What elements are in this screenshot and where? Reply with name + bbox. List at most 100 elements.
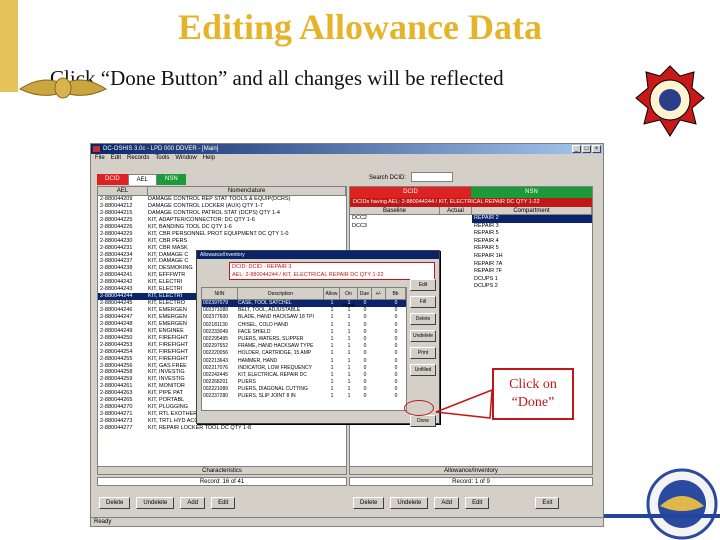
left-add-button[interactable]: Add [180,497,206,509]
characteristics-bar[interactable]: Characteristics [97,466,347,475]
col-plus-minus[interactable]: +/- [372,288,386,299]
ael-cell: 2-880044270 [100,404,133,411]
allow-cell: 1 [330,357,334,364]
ael-cell: 2-880044245 [100,300,133,307]
col-on-hand[interactable]: On Hand [340,288,358,309]
col-niin[interactable]: NIIN [202,288,238,299]
ael-cell: 2-880044256 [100,362,133,369]
col-nomenclature[interactable]: Nomenclature [148,187,346,195]
dialog-item-row[interactable]: 002268201 PLIERS 1 1 0 0 [202,379,406,386]
description-cell: CASE, TOOL SATCHEL [238,300,292,306]
left-undelete-button[interactable]: Undelete [136,497,175,509]
col-baseline[interactable]: Baseline [350,207,440,214]
ael-cell: 2-880044212 [100,202,133,209]
ael-list-row[interactable]: 2-880044230 KIT, CBR PERS [98,238,346,245]
description-cell: CHISEL, COLD HAND [238,321,289,328]
dialog-undelete-button[interactable]: Undelete [410,330,436,342]
col-description[interactable]: Description [238,288,324,299]
due-cell: 0 [363,307,367,314]
menu-file[interactable]: File [95,154,105,163]
ael-cell: 2-880044258 [100,369,133,376]
allowance-inventory-bar[interactable]: Allowance/Inventory [349,466,593,475]
dialog-item-row[interactable]: 002221089 PLIERS, DIAGONAL CUTTING 1 1 0 0 [202,386,406,393]
ael-list-row[interactable]: 2-880044229 KIT, CBR PERSONNEL PROT EQUIP… [98,231,346,238]
exit-button[interactable]: Exit [535,497,560,509]
dialog-context: DCID: DCID - REPAIR 3 AEL: 2-880044244 /… [229,262,435,280]
plus-minus-cell [372,365,386,372]
ael-cell: 2-880044249 [100,327,133,334]
ael-cell: 2-880044242 [100,279,133,286]
actual-cell [440,230,472,238]
tab-ael[interactable]: AEL [127,174,158,185]
dialog-item-row[interactable]: 002217076 INDICATOR, LOW FREQUENCY 1 1 0 0 [202,365,406,372]
dialog-item-row[interactable]: 002181130 CHISEL, COLD HAND 1 1 0 0 [202,322,406,329]
slide-title: Editing Allowance Data [177,7,543,47]
ael-list-row[interactable]: 2-880044212 DAMAGE CONTROL LOCKER (AUX) Q… [98,203,346,210]
dcid-list-row[interactable]: DCC2 REPAIR 2 [350,215,592,223]
tab-nsn[interactable]: NSN [157,174,186,185]
menu-records[interactable]: Records [127,154,149,163]
dcid-list-row[interactable]: REPAIR 5 [350,230,592,238]
dialog-item-row[interactable]: 002242445 KIT, ELECTRICAL REPAIR DC 1 1 0 0 [202,372,406,379]
dialog-item-row[interactable]: 002220056 HOLDER, CARTRIDGE, 15 AMP 1 1 0 0 [202,350,406,357]
navy-emblem-icon [646,468,718,540]
allow-cell: 1 [330,386,334,393]
due-cell: 0 [363,364,367,371]
ael-list-row[interactable]: 2-880044226 KIT, BANDING TOOL DC QTY 1-6 [98,224,346,231]
ael-list-row[interactable]: 2-880044225 KIT, ADAPTER/CONNECTOR: DC QT… [98,217,346,224]
dialog-item-row[interactable]: 002397079 CASE, TOOL SATCHEL 1 1 0 0 [202,300,406,308]
dialog-edit-button[interactable]: Edit [410,279,436,291]
search-dcid-input[interactable] [411,172,453,182]
dialog-item-row[interactable]: 002295495 PLIERS, WATERS, SLIPPER 1 1 0 0 [202,336,406,343]
dcid-panel-tabs: DCID NSN [350,187,592,198]
ael-list-row[interactable]: 2-880044277 KIT, REPAIR LOCKER TOOL DC QT… [98,425,346,432]
compartment-cell: REPAIR 7F [474,268,503,275]
nomenclature-cell: KIT, CBR PERS [148,237,188,244]
app-icon [93,146,100,152]
menu-window[interactable]: Window [175,154,196,163]
right-delete-button[interactable]: Delete [353,497,385,509]
bb-cell: 0 [394,371,398,378]
bb-cell: 0 [394,300,398,306]
dialog-delete-button[interactable]: Delete [410,313,436,325]
dialog-item-row[interactable]: 002233049 FACE SHIELD 1 1 0 0 [202,329,406,336]
tab-right-nsn[interactable]: NSN [471,187,592,198]
close-icon[interactable]: × [592,145,601,153]
dialog-fill-button[interactable]: Fill [410,296,436,308]
menu-tools[interactable]: Tools [155,154,169,163]
ael-list-row[interactable]: 2-880044209 DAMAGE CONTROL REP STAT TOOLS… [98,196,346,203]
col-allow[interactable]: Allow [324,288,340,299]
left-edit-button[interactable]: Edit [211,497,236,509]
dialog-print-button[interactable]: Print [410,347,436,359]
minimize-icon[interactable]: _ [572,145,581,153]
col-bb[interactable]: Bb [386,288,406,299]
left-delete-button[interactable]: Delete [99,497,131,509]
col-compartment[interactable]: Compartment [472,207,592,214]
due-cell: 0 [363,343,367,350]
tab-right-dcid[interactable]: DCID [350,187,471,198]
nomenclature-cell: DAMAGE CONTROL LOCKER (AUX) QTY 1-7 [148,202,263,209]
ael-list-row[interactable]: 2-880044215 DAMAGE CONTROL PATROL STAT (D… [98,210,346,217]
dcid-list-row[interactable]: DCC3 REPAIR 3 [350,223,592,231]
dialog-item-row[interactable]: 002213643 HAMMER, HAND 1 1 0 0 [202,358,406,365]
dcid-list-row[interactable]: REPAIR 4 [350,238,592,246]
dialog-item-row[interactable]: 002377600 BLADE, HAND HACKSAW 18 TPI 1 1 0 0 [202,314,406,321]
dialog-item-row[interactable]: 002371088 BELT, TOOL, ADJUSTABLE 1 1 0 0 [202,307,406,314]
menu-help[interactable]: Help [203,154,215,163]
plus-minus-cell [372,322,386,329]
col-actual[interactable]: Actual [440,207,472,214]
col-ael[interactable]: AEL [98,187,148,195]
right-edit-button[interactable]: Edit [465,497,490,509]
tab-dcid[interactable]: DCID [97,174,128,185]
ael-cell: 2-880044246 [100,307,133,313]
right-add-button[interactable]: Add [434,497,460,509]
right-undelete-button[interactable]: Undelete [390,497,429,509]
col-due[interactable]: Due [358,288,372,299]
dialog-item-row[interactable]: 002237280 PLIERS, SLIP JOINT 8 IN 1 1 0 0 [202,393,406,400]
niin-cell: 002268201 [203,379,229,386]
dialog-item-row[interactable]: 002297652 FRAME, HAND HACKSAW TYPE 1 1 0 0 [202,343,406,350]
menu-edit[interactable]: Edit [111,154,121,163]
maximize-icon[interactable]: □ [582,145,591,153]
description-cell: PLIERS, WATERS, SLIPPER [238,335,304,342]
plus-minus-cell [372,343,386,350]
